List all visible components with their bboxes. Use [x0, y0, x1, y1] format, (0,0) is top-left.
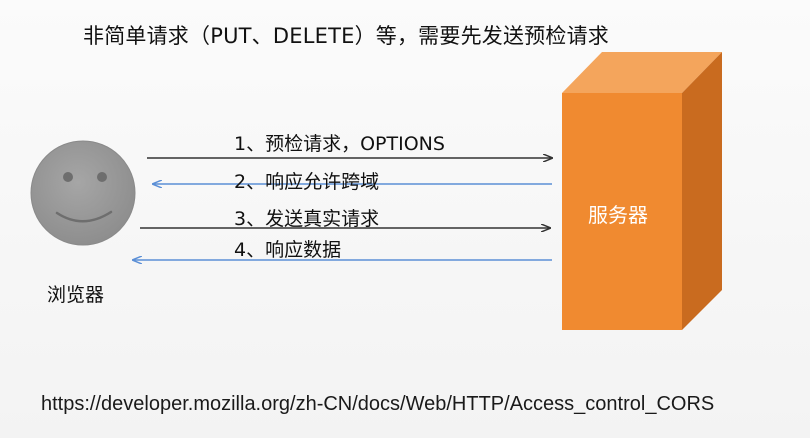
server-label: 服务器 — [588, 203, 648, 227]
server-box-side — [682, 52, 722, 330]
cors-preflight-slide: 非简单请求（PUT、DELETE）等，需要先发送预检请求 浏览器 服务器 1、预… — [0, 0, 810, 438]
face-right-eye — [97, 172, 107, 182]
browser-face-icon — [30, 140, 136, 246]
face-left-eye — [63, 172, 73, 182]
server-box-icon — [562, 52, 722, 330]
message-label-allow-cors: 2、响应允许跨域 — [234, 171, 380, 193]
message-label-preflight: 1、预检请求，OPTIONS — [234, 133, 445, 155]
message-label-real-request: 3、发送真实请求 — [234, 208, 380, 230]
reference-url[interactable]: https://developer.mozilla.org/zh-CN/docs… — [41, 393, 714, 416]
message-label-response-data: 4、响应数据 — [234, 239, 342, 261]
cors-diagram — [30, 52, 722, 330]
browser-label: 浏览器 — [47, 284, 105, 306]
